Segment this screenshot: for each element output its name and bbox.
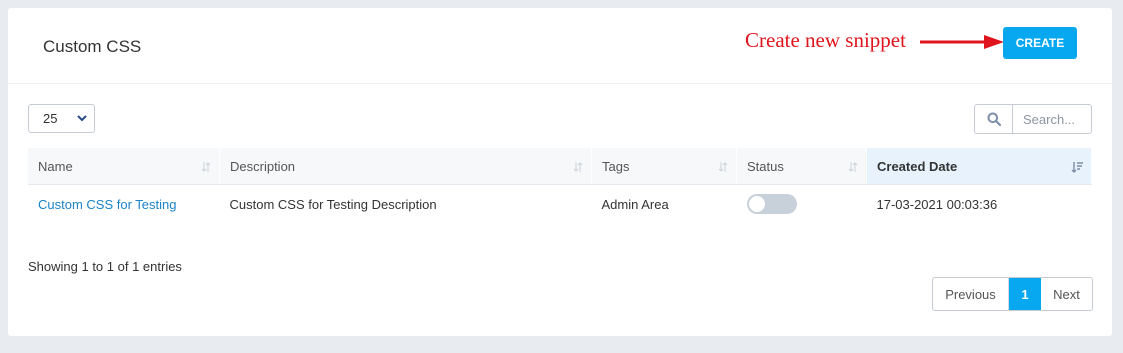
sort-descending-icon bbox=[1071, 162, 1083, 173]
pagination: Previous 1 Next bbox=[932, 277, 1093, 311]
sort-icon bbox=[848, 162, 858, 172]
snippet-name-link[interactable]: Custom CSS for Testing bbox=[28, 185, 220, 224]
column-header-status[interactable]: Status bbox=[736, 148, 867, 185]
sort-icon bbox=[718, 162, 728, 172]
column-header-label: Name bbox=[38, 158, 73, 174]
status-toggle[interactable] bbox=[746, 194, 797, 214]
annotation-arrow-icon bbox=[920, 35, 1004, 49]
entries-info: Showing 1 to 1 of 1 entries bbox=[28, 259, 182, 274]
search-group bbox=[974, 104, 1092, 134]
card-header: Custom CSS Create new snippet CREATE bbox=[8, 8, 1112, 84]
previous-page-button[interactable]: Previous bbox=[933, 278, 1009, 310]
column-header-tags[interactable]: Tags bbox=[591, 148, 737, 185]
column-header-label: Tags bbox=[602, 158, 630, 174]
chevron-down-icon bbox=[77, 115, 87, 122]
create-button[interactable]: CREATE bbox=[1003, 27, 1077, 59]
column-header-name[interactable]: Name bbox=[28, 148, 220, 185]
snippet-tags: Admin Area bbox=[601, 196, 669, 212]
column-header-created-date[interactable]: Created Date bbox=[866, 148, 1092, 185]
table-header-row: Name Description Tags Status Created Dat… bbox=[28, 148, 1092, 185]
column-header-description[interactable]: Description bbox=[219, 148, 592, 185]
search-input[interactable] bbox=[1013, 105, 1091, 133]
next-page-button[interactable]: Next bbox=[1041, 278, 1092, 310]
page-length-select[interactable]: 25 bbox=[28, 104, 95, 133]
column-header-label: Description bbox=[230, 158, 296, 174]
column-header-label: Created Date bbox=[877, 158, 958, 174]
page-length-value: 25 bbox=[43, 111, 58, 126]
search-button[interactable] bbox=[975, 105, 1013, 133]
custom-css-card: Custom CSS Create new snippet CREATE 25 … bbox=[8, 8, 1112, 336]
column-header-label: Status bbox=[747, 158, 784, 174]
snippet-created-date: 17-03-2021 00:03:36 bbox=[876, 196, 998, 212]
annotation-text: Create new snippet bbox=[745, 28, 906, 52]
page-title: Custom CSS bbox=[43, 37, 142, 56]
search-icon bbox=[987, 112, 1001, 126]
current-page-button[interactable]: 1 bbox=[1009, 278, 1041, 310]
sort-icon bbox=[573, 162, 583, 172]
snippets-table: Name Description Tags Status Created Dat… bbox=[28, 148, 1092, 223]
snippet-status-cell bbox=[737, 185, 867, 224]
snippet-description: Custom CSS for Testing Description bbox=[229, 196, 437, 212]
sort-icon bbox=[201, 162, 211, 172]
table-row: Custom CSS for Testing Custom CSS for Te… bbox=[28, 185, 1092, 224]
toggle-knob bbox=[748, 196, 765, 212]
